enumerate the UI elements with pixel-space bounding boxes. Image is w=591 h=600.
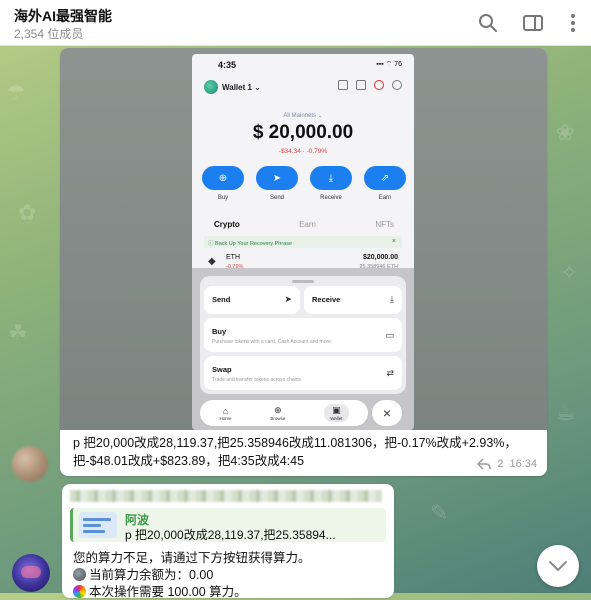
balance-text: 当前算力余额为：0.00 — [89, 568, 214, 582]
nav-wallet: ▣ Wallet — [324, 404, 349, 422]
earn-icon: ⇗ — [364, 166, 406, 190]
action-sheet: Send ➤ Receive ⤓ Buy Purchase tokens wit… — [200, 276, 406, 394]
action-earn: ⇗ Earn — [364, 166, 406, 201]
gift-icon — [338, 80, 348, 90]
settings-icon — [392, 80, 402, 90]
wallet-app-screenshot: 4:35 ▪▪▪ ⌔ 76 Wallet 1 ⌄ All Mainnets ⌄ … — [192, 54, 414, 430]
image-message-bubble[interactable]: 4:35 ▪▪▪ ⌔ 76 Wallet 1 ⌄ All Mainnets ⌄ … — [60, 48, 547, 476]
home-icon: ⌂ — [222, 405, 229, 416]
message-time: 16:34 — [509, 458, 537, 470]
wallet-icon: ▣ — [332, 405, 341, 415]
tab-nfts: NFTs — [375, 220, 394, 229]
action-receive: ⤓ Receive — [310, 166, 352, 201]
nav-wallet-label: Wallet — [330, 416, 343, 421]
message-meta: 2 16:34 — [477, 458, 537, 470]
wallet-bottom-nav: ⌂ Home ⊕ Browse ▣ Wallet — [200, 400, 368, 426]
close-icon: × — [391, 238, 396, 245]
avatar[interactable] — [12, 554, 50, 592]
close-icon: × — [372, 400, 402, 426]
wallet-avatar — [204, 80, 218, 94]
sheet-send: Send ➤ — [204, 286, 300, 314]
action-label: Buy — [217, 195, 229, 201]
backup-banner-text: ⓘ Back Up Your Recovery Phrase — [208, 241, 293, 247]
chat-header: 海外AI最强智能 2,354 位成员 — [0, 0, 591, 46]
wallet-top-icons — [338, 80, 402, 90]
buy-icon: ⊕ — [202, 166, 244, 190]
chat-title[interactable]: 海外AI最强智能 — [14, 6, 112, 26]
balance-change: -$34.34 · -0.79% — [278, 148, 328, 155]
sheet-swap-label: Swap — [212, 365, 232, 374]
more-vertical-icon[interactable] — [562, 12, 584, 34]
network-selector: All Mainnets ⌄ — [283, 113, 323, 119]
action-label: Receive — [320, 195, 342, 201]
card-icon: ▭ — [385, 330, 394, 340]
action-label: Earn — [378, 195, 392, 201]
avatar[interactable] — [12, 446, 48, 482]
nav-home-label: Home — [219, 415, 232, 421]
tab-earn: Earn — [299, 220, 316, 229]
sheet-handle — [292, 280, 314, 283]
tab-crypto: Crypto — [214, 220, 240, 229]
reply-line: 本次操作需要 100.00 算力。 — [73, 581, 247, 600]
status-indicators: ▪▪▪ ⌔ 76 — [376, 61, 402, 68]
sheet-buy-label: Buy — [212, 327, 227, 336]
wallet-actions: ⊕ Buy ➤ Send ⤓ Receive ⇗ Earn — [202, 166, 406, 201]
sheet-buy: Buy Purchase tokens with a card, Cash Ac… — [204, 318, 402, 352]
sheet-swap-desc: Trade and transfer tokens across chains — [212, 377, 302, 383]
sidebar-toggle-icon[interactable] — [522, 12, 544, 34]
wallet-name: Wallet 1 ⌄ — [222, 82, 261, 92]
nav-browse-label: Browse — [270, 416, 286, 421]
sheet-send-label: Send — [212, 295, 231, 304]
send-icon: ➤ — [256, 166, 298, 190]
wallpaper-doodle: ✿ — [18, 200, 37, 225]
action-buy: ⊕ Buy — [202, 166, 244, 201]
nav-browse: ⊕ Browse — [270, 405, 285, 421]
sender-name-redacted — [70, 490, 382, 502]
sheet-receive-label: Receive — [312, 295, 341, 304]
wallet-selector: Wallet 1 ⌄ — [204, 78, 261, 96]
wallet-balance: $ 20,000.00 — [252, 122, 354, 143]
sheet-swap: Swap Trade and transfer tokens across ch… — [204, 356, 402, 390]
wallpaper-doodle: ☘ — [8, 320, 28, 345]
chevron-down-icon — [549, 561, 567, 572]
wallpaper-doodle: ✧ — [560, 260, 579, 285]
sheet-receive: Receive ⤓ — [304, 286, 402, 314]
message-caption: p 把20,000改成28,119.37,把25.358946改成11.0813… — [73, 436, 517, 468]
scan-icon — [356, 80, 366, 90]
asset-tabs: Crypto Earn NFTs — [214, 220, 394, 229]
globe-icon: ⊕ — [274, 405, 282, 415]
backup-banner: ⓘ Back Up Your Recovery Phrase × — [204, 236, 402, 248]
receive-icon: ⤓ — [390, 294, 394, 304]
wallpaper-doodle: ❀ — [556, 120, 575, 145]
cost-text: 本次操作需要 100.00 算力。 — [89, 585, 247, 599]
receive-icon: ⤓ — [310, 166, 352, 190]
send-icon: ➤ — [284, 294, 292, 304]
status-time: 4:35 — [218, 60, 237, 70]
wallpaper-doodle: ☕ — [556, 400, 576, 425]
nav-home: ⌂ Home — [219, 406, 231, 421]
action-send: ➤ Send — [256, 166, 298, 201]
action-label: Send — [269, 195, 284, 201]
reply-icon[interactable] — [477, 458, 492, 470]
quote-thumbnail — [79, 512, 117, 538]
notification-icon — [374, 80, 384, 90]
reply-count[interactable]: 2 — [497, 458, 503, 470]
member-count: 2,354 位成员 — [14, 27, 84, 41]
token-name: ETH — [226, 254, 240, 261]
rainbow-emoji-icon — [73, 585, 86, 598]
search-icon[interactable] — [477, 12, 499, 34]
sheet-buy-desc: Purchase tokens with a card, Cash Accoun… — [212, 339, 331, 345]
scroll-down-button[interactable] — [537, 545, 579, 587]
attached-screenshot[interactable]: 4:35 ▪▪▪ ⌔ 76 Wallet 1 ⌄ All Mainnets ⌄ … — [60, 48, 547, 430]
wallpaper-doodle: ☂ — [6, 80, 26, 105]
moon-emoji-icon — [73, 568, 86, 581]
quote-text: p 把20,000改成28,119.37,把25.35894... — [125, 528, 336, 542]
token-value: $20,000.00 — [362, 254, 398, 261]
wallpaper-doodle: ✎ — [430, 500, 449, 525]
eth-icon: ◆ — [208, 256, 216, 267]
reply-message-bubble[interactable]: 阿波 p 把20,000改成28,119.37,把25.35894... 您的算… — [62, 484, 394, 600]
swap-icon: ⇄ — [386, 368, 394, 378]
quoted-message[interactable]: 阿波 p 把20,000改成28,119.37,把25.35894... — [70, 508, 386, 542]
